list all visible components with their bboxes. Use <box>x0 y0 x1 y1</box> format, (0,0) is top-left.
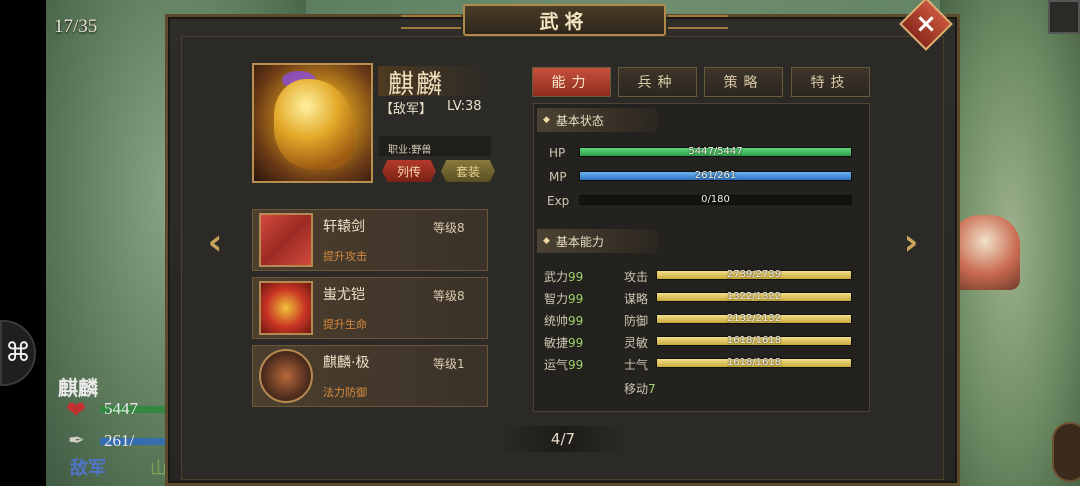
base-stat-label: 运气 <box>544 358 569 372</box>
section-header-status: ◆ 基本状态 <box>537 108 657 132</box>
derived-stat-bar: 2132/2132 <box>656 313 852 324</box>
equipment-desc: 提升攻击 <box>323 250 367 263</box>
base-stat-value: 99 <box>568 314 584 328</box>
equipment-desc: 法力防御 <box>323 386 367 399</box>
heart-icon: ❤ <box>66 396 87 424</box>
base-stat-label: 武力 <box>544 270 569 284</box>
armor-icon <box>259 281 313 335</box>
derived-stat-bar: 2739/2739 <box>656 269 852 280</box>
tab-troop-type[interactable]: 兵种 <box>618 67 697 97</box>
section-title: 基本能力 <box>555 234 604 249</box>
derived-stat-bar: 1322/1322 <box>656 291 852 302</box>
map-unit-sprite[interactable] <box>950 215 1020 290</box>
unit-side-label: 敌军 <box>70 458 106 478</box>
prev-general-arrow-icon[interactable]: ‹ <box>202 222 228 263</box>
equipment-slot-armor[interactable]: 蚩尤铠 等级8 提升生命 <box>252 277 488 339</box>
tab-special-skill[interactable]: 特技 <box>791 67 870 97</box>
exp-label: Exp <box>547 194 570 208</box>
general-level: LV:38 <box>447 99 482 114</box>
equipment-name: 麒麟·极 <box>323 355 370 371</box>
equipment-desc: 提升生命 <box>323 318 367 331</box>
tab-strategy[interactable]: 策略 <box>704 67 783 97</box>
unit-mp-text: 261/ <box>104 431 135 450</box>
sword-icon <box>259 213 313 267</box>
general-name: 麒麟 <box>388 70 445 100</box>
derived-stat-label: 谋略 <box>624 292 649 306</box>
equipment-level: 等级8 <box>433 289 465 303</box>
hp-bar: 5447/5447 <box>579 146 852 157</box>
move-label: 移动 <box>624 382 649 396</box>
exp-value: 0/180 <box>701 194 730 205</box>
tab-ability[interactable]: 能力 <box>532 67 611 97</box>
derived-stat-bar: 1618/1618 <box>656 335 852 346</box>
turn-counter: 17/35 <box>54 16 98 37</box>
base-stat-value: 99 <box>568 358 584 372</box>
move-value: 7 <box>648 382 656 396</box>
mp-label: MP <box>549 170 567 184</box>
diamond-icon: ◆ <box>543 236 550 246</box>
close-icon[interactable]: × <box>907 5 945 43</box>
side-action-button[interactable] <box>1052 422 1080 482</box>
portrait-qilin-art <box>274 79 354 169</box>
base-stat-label: 智力 <box>544 292 569 306</box>
derived-stat-bar: 1618/1618 <box>656 357 852 368</box>
equipment-set-button[interactable]: 套装 <box>441 160 495 182</box>
derived-stat-value: 2132/2132 <box>726 313 782 324</box>
biography-button[interactable]: 列传 <box>382 160 436 182</box>
base-stat-value: 99 <box>568 336 584 350</box>
base-stat-value: 99 <box>568 270 584 284</box>
derived-stat-value: 1618/1618 <box>726 357 782 368</box>
base-stat: 敏捷99 <box>544 334 583 351</box>
derived-stat-label: 灵敏 <box>624 336 649 350</box>
hp-value: 5447/5447 <box>688 146 743 157</box>
exp-bar: 0/180 <box>579 194 852 205</box>
derived-stat-label: 防御 <box>624 314 649 328</box>
base-stat: 运气99 <box>544 356 583 373</box>
base-stat-value: 99 <box>568 292 584 306</box>
equipment-slot-weapon[interactable]: 轩辕剑 等级8 提升攻击 <box>252 209 488 271</box>
move-stat: 移动7 <box>624 380 656 397</box>
page-indicator: 4/7 <box>499 426 627 452</box>
base-stat: 武力99 <box>544 268 583 285</box>
general-portrait <box>252 63 373 183</box>
base-stat: 统帅99 <box>544 312 583 329</box>
general-job: 职业:野兽 <box>388 145 432 156</box>
title-plate: 武将 <box>401 4 728 36</box>
equipment-name: 轩辕剑 <box>323 219 365 235</box>
top-right-menu-button[interactable] <box>1048 0 1080 34</box>
equipment-level: 等级1 <box>433 357 465 371</box>
general-side-tag: 【敌军】 <box>380 102 433 117</box>
qilin-orb-icon <box>259 349 313 403</box>
mp-bar: 261/261 <box>579 170 852 181</box>
next-general-arrow-icon[interactable]: › <box>898 222 924 263</box>
section-title: 基本状态 <box>555 113 604 128</box>
derived-stat-value: 2739/2739 <box>726 269 782 280</box>
derived-stat-value: 1618/1618 <box>726 335 782 346</box>
side-menu-icon[interactable]: ⌘ <box>0 320 36 386</box>
unit-hp-text: 5447 <box>104 399 138 418</box>
feather-icon: ✒ <box>68 428 85 452</box>
derived-stat-label: 攻击 <box>624 270 649 284</box>
hp-label: HP <box>549 146 566 160</box>
base-stat-label: 敏捷 <box>544 336 569 350</box>
derived-stat-label: 士气 <box>624 358 649 372</box>
base-stat: 智力99 <box>544 290 583 307</box>
equipment-slot-accessory[interactable]: 麒麟·极 等级1 法力防御 <box>252 345 488 407</box>
diamond-icon: ◆ <box>543 115 550 125</box>
equipment-level: 等级8 <box>433 221 465 235</box>
section-header-ability: ◆ 基本能力 <box>537 229 657 253</box>
mp-value: 261/261 <box>694 170 737 181</box>
equipment-name: 蚩尤铠 <box>323 287 365 303</box>
panel-title: 武将 <box>539 10 590 33</box>
derived-stat-value: 1322/1322 <box>726 291 782 302</box>
base-stat-label: 统帅 <box>544 314 569 328</box>
